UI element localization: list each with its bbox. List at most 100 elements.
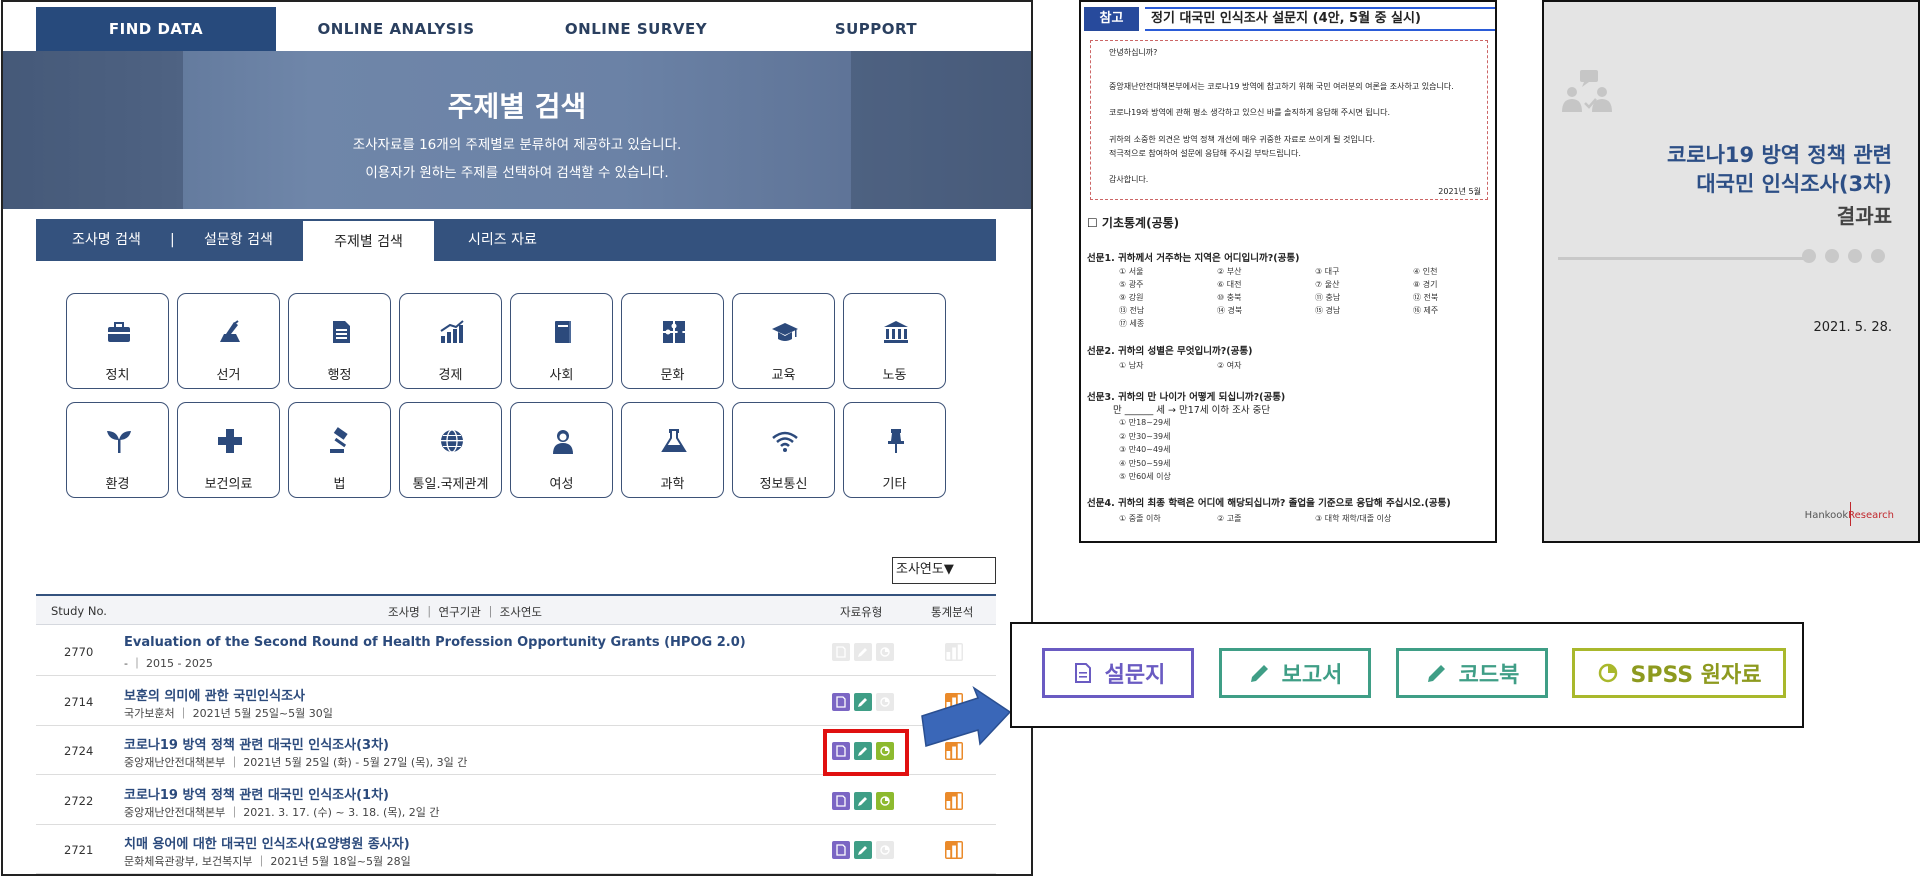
questionnaire-icon[interactable] bbox=[832, 841, 850, 859]
study-title-link[interactable]: 보훈의 의미에 관한 국민인식조사 bbox=[124, 685, 305, 704]
study-title-link[interactable]: Evaluation of the Second Round of Health… bbox=[124, 635, 746, 650]
question-4: 선문4. 귀하의 최종 학력은 어디에 해당되십니까? 졸업을 기준으로 응답해… bbox=[1087, 498, 1451, 509]
study-number: 2770 bbox=[64, 645, 94, 659]
spss-icon[interactable] bbox=[876, 791, 894, 810]
report-title-line2: 대국민 인식조사(3차) bbox=[1696, 172, 1892, 196]
study-title-link[interactable]: 코로나19 방역 정책 관련 대국민 인식조사(3차) bbox=[124, 734, 389, 753]
tab-question-search[interactable]: 설문항 검색 bbox=[204, 219, 273, 261]
study-number: 2714 bbox=[64, 694, 94, 709]
stat-analysis-icon bbox=[945, 643, 963, 661]
divider bbox=[1558, 257, 1806, 260]
study-meta: 중앙재난안전대책본부 ｜ 2021. 3. 17. (수) ~ 3. 18. (… bbox=[124, 805, 440, 819]
header-type: 자료유형 bbox=[840, 605, 883, 619]
spss-icon bbox=[876, 643, 894, 661]
report-icon[interactable] bbox=[854, 692, 872, 711]
refresh-pie-icon bbox=[1599, 663, 1618, 683]
questionnaire-intro: 안녕하십니까? 중앙재난안전대책본부에서는 코로나19 방역에 참고하기 위해 … bbox=[1090, 40, 1488, 200]
decorative-icons bbox=[1802, 249, 1885, 263]
globe-icon bbox=[441, 429, 463, 453]
section-heading: ☐ 기초통계(공통) bbox=[1087, 216, 1180, 230]
category-election[interactable]: 선거 bbox=[177, 293, 280, 389]
pushpin-icon bbox=[888, 429, 904, 453]
category-culture[interactable]: 문화 bbox=[621, 293, 724, 389]
stat-analysis-icon[interactable] bbox=[945, 791, 963, 810]
header-title: 조사명 ｜ 연구기관 ｜ 조사연도 bbox=[388, 605, 543, 619]
category-law[interactable]: 법 bbox=[288, 402, 391, 498]
legend-questionnaire: 설문지 bbox=[1042, 648, 1194, 698]
people-chat-icon bbox=[1562, 70, 1612, 112]
study-number: 2721 bbox=[64, 843, 94, 857]
questionnaire-icon bbox=[832, 643, 850, 661]
category-politics[interactable]: 정치 bbox=[66, 293, 169, 389]
legend-report: 보고서 bbox=[1219, 648, 1371, 698]
study-meta: 중앙재난안전대책본부 ｜ 2021년 5월 25일 (화) - 5월 27일 (… bbox=[124, 756, 468, 769]
header-stat: 통계분석 bbox=[931, 605, 974, 619]
category-labor[interactable]: 노동 bbox=[843, 293, 946, 389]
category-education[interactable]: 교육 bbox=[732, 293, 835, 389]
data-type-icons bbox=[832, 791, 894, 810]
tab-topic-search[interactable]: 주제별 검색 bbox=[303, 221, 434, 261]
pencil-icon bbox=[1250, 665, 1268, 682]
woman-icon bbox=[553, 430, 573, 454]
tab-survey-name-search[interactable]: 조사명 검색 bbox=[72, 219, 141, 261]
top-nav: FIND DATA ONLINE ANALYSIS ONLINE SURVEY … bbox=[36, 7, 996, 52]
report-icon[interactable] bbox=[854, 841, 872, 859]
study-meta: - ｜ 2015 - 2025 bbox=[124, 657, 213, 670]
report-date: 2021. 5. 28. bbox=[1813, 320, 1892, 335]
report-title-line3: 결과표 bbox=[1836, 204, 1892, 228]
category-health[interactable]: 보건의료 bbox=[177, 402, 280, 498]
banner-description-1: 조사자료를 16개의 주제별로 분류하여 제공하고 있습니다. bbox=[352, 137, 682, 153]
category-environment[interactable]: 환경 bbox=[66, 402, 169, 498]
question-3-age-line: 만 ______ 세 → 만17세 이하 조사 중단 bbox=[1113, 405, 1271, 416]
table-row: 2721 치매 용어에 대한 대국민 인식조사(요양병원 종사자) 문화체육관광부,… bbox=[36, 825, 996, 874]
briefcase-icon bbox=[108, 322, 130, 342]
category-ict[interactable]: 정보통신 bbox=[732, 402, 835, 498]
highlight-box bbox=[823, 729, 909, 776]
study-meta: 국가보훈처 ｜ 2021년 5월 25일~5월 30일 bbox=[124, 706, 333, 720]
data-type-legend: 설문지 보고서 코드북 SPSS 원자료 bbox=[1010, 622, 1804, 728]
category-society[interactable]: 사회 bbox=[510, 293, 613, 389]
study-title-link[interactable]: 치매 용어에 대한 대국민 인식조사(요양병원 종사자) bbox=[124, 833, 410, 852]
nav-support[interactable]: SUPPORT bbox=[756, 7, 996, 52]
question-1: 선문1. 귀하께서 거주하는 지역은 어디입니까?(공통) bbox=[1087, 253, 1300, 264]
nav-online-survey[interactable]: ONLINE SURVEY bbox=[516, 7, 756, 52]
wifi-icon bbox=[772, 431, 798, 452]
header-study-no: Study No. bbox=[51, 604, 107, 618]
category-other[interactable]: 기타 bbox=[843, 402, 946, 498]
questionnaire-icon[interactable] bbox=[832, 791, 850, 810]
spss-icon bbox=[876, 841, 894, 859]
study-number: 2722 bbox=[64, 793, 94, 808]
flask-icon bbox=[661, 429, 687, 452]
question-3: 선문3. 귀하의 만 나이가 어떻게 되십니까?(공통) bbox=[1087, 392, 1286, 403]
report-cover: 코로나19 방역 정책 관련 대국민 인식조사(3차) 결과표 2021. 5.… bbox=[1542, 0, 1920, 543]
stat-analysis-icon[interactable] bbox=[945, 841, 963, 859]
category-science[interactable]: 과학 bbox=[621, 402, 724, 498]
questionnaire-title: 정기 대국민 인식조사 설문지 (4안, 5월 중 실시) bbox=[1145, 7, 1495, 31]
gavel-icon bbox=[330, 427, 348, 453]
report-icon bbox=[854, 643, 872, 661]
data-type-icons bbox=[832, 692, 894, 711]
data-type-icons bbox=[832, 643, 894, 661]
question-2: 선문2. 귀하의 성별은 무엇입니까?(공통) bbox=[1087, 346, 1253, 357]
questionnaire-icon[interactable] bbox=[832, 692, 850, 711]
category-women[interactable]: 여성 bbox=[510, 402, 613, 498]
pointer-arrow bbox=[921, 686, 1012, 747]
pencil-icon bbox=[1427, 665, 1445, 682]
ballot-icon bbox=[220, 320, 240, 342]
category-economy[interactable]: 경제 bbox=[399, 293, 502, 389]
tab-series-data[interactable]: 시리즈 자료 bbox=[468, 219, 537, 261]
banner-description-2: 이용자가 원하는 주제를 선택하여 검색할 수 있습니다. bbox=[365, 165, 669, 181]
table-row: 2770 Evaluation of the Second Round of He… bbox=[36, 627, 996, 676]
spss-icon bbox=[876, 692, 894, 711]
sprout-icon bbox=[107, 431, 131, 453]
report-icon[interactable] bbox=[854, 791, 872, 810]
legend-codebook: 코드북 bbox=[1396, 648, 1548, 698]
year-sort-select[interactable]: 조사연도▼ bbox=[892, 557, 996, 584]
nav-online-analysis[interactable]: ONLINE ANALYSIS bbox=[276, 7, 516, 52]
nav-find-data[interactable]: FIND DATA bbox=[36, 7, 276, 52]
category-administration[interactable]: 행정 bbox=[288, 293, 391, 389]
study-title-link[interactable]: 코로나19 방역 정책 관련 대국민 인식조사(1차) bbox=[124, 784, 389, 803]
category-international[interactable]: 통일.국제관계 bbox=[399, 402, 502, 498]
graduation-cap-icon bbox=[772, 323, 798, 341]
tab-separator: | bbox=[170, 232, 175, 248]
